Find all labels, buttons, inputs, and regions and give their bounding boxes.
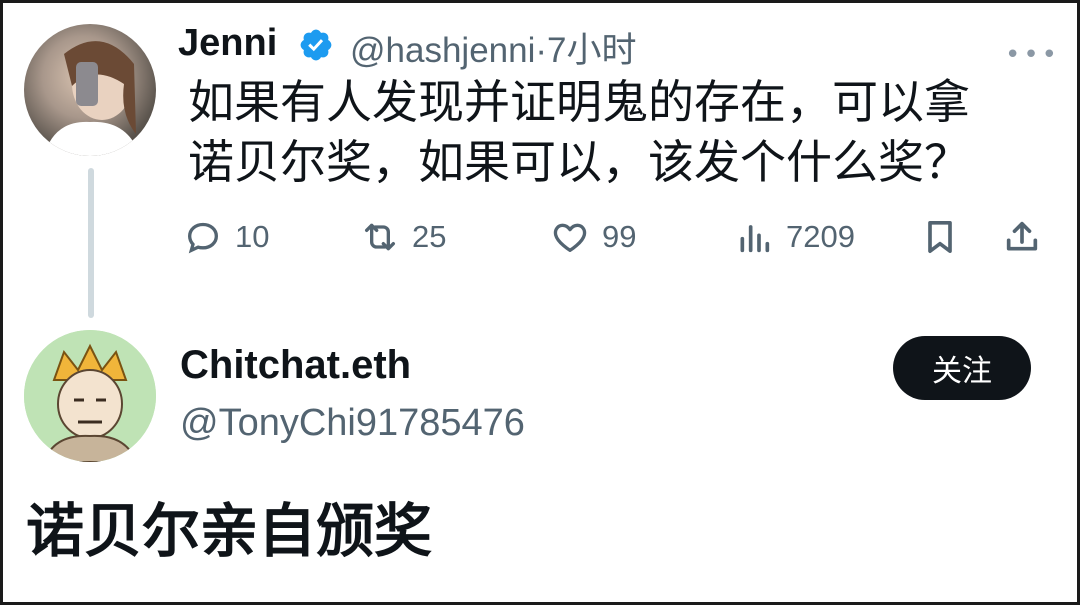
tweet-time[interactable]: ·7小时 bbox=[535, 31, 636, 70]
like-count: 99 bbox=[602, 219, 637, 254]
follow-button[interactable]: 关注 bbox=[893, 336, 1031, 400]
avatar-cartoon bbox=[24, 330, 156, 462]
retweet-icon bbox=[365, 223, 395, 251]
reply-button[interactable]: 10 bbox=[183, 215, 269, 259]
like-button[interactable]: 99 bbox=[550, 215, 636, 259]
tweet-text: 如果有人发现并证明鬼的存在，可以拿 诺贝尔奖，如果可以，该发个什么奖？ bbox=[188, 75, 970, 189]
thread-line bbox=[88, 168, 94, 318]
author-name[interactable]: Jenni bbox=[178, 22, 277, 65]
share-button[interactable] bbox=[1002, 215, 1042, 259]
views-icon bbox=[740, 225, 770, 253]
reply-count: 10 bbox=[235, 219, 270, 254]
avatar[interactable] bbox=[24, 24, 156, 156]
reply-author-name[interactable]: Chitchat.eth bbox=[180, 343, 411, 388]
reply-icon bbox=[187, 222, 219, 254]
bookmark-icon bbox=[928, 221, 952, 254]
retweet-button[interactable]: 25 bbox=[360, 215, 446, 259]
verified-badge-icon bbox=[300, 29, 332, 61]
handle-text: @hashjenni bbox=[350, 31, 536, 70]
heart-icon bbox=[553, 223, 587, 252]
reply-author-handle[interactable]: @TonyChi91785476 bbox=[180, 402, 525, 445]
views-count: 7209 bbox=[786, 219, 855, 254]
views-button[interactable]: 7209 bbox=[734, 215, 855, 259]
author-handle[interactable]: @hashjenni·7小时 bbox=[350, 22, 637, 73]
more-options-button[interactable]: ••• bbox=[1005, 40, 1060, 70]
bookmark-button[interactable] bbox=[920, 215, 960, 259]
reply-text: 诺贝尔亲自颁奖 bbox=[26, 497, 433, 565]
avatar-portrait bbox=[44, 41, 140, 156]
share-icon bbox=[1006, 221, 1038, 251]
avatar[interactable] bbox=[24, 330, 156, 462]
retweet-count: 25 bbox=[412, 219, 447, 254]
